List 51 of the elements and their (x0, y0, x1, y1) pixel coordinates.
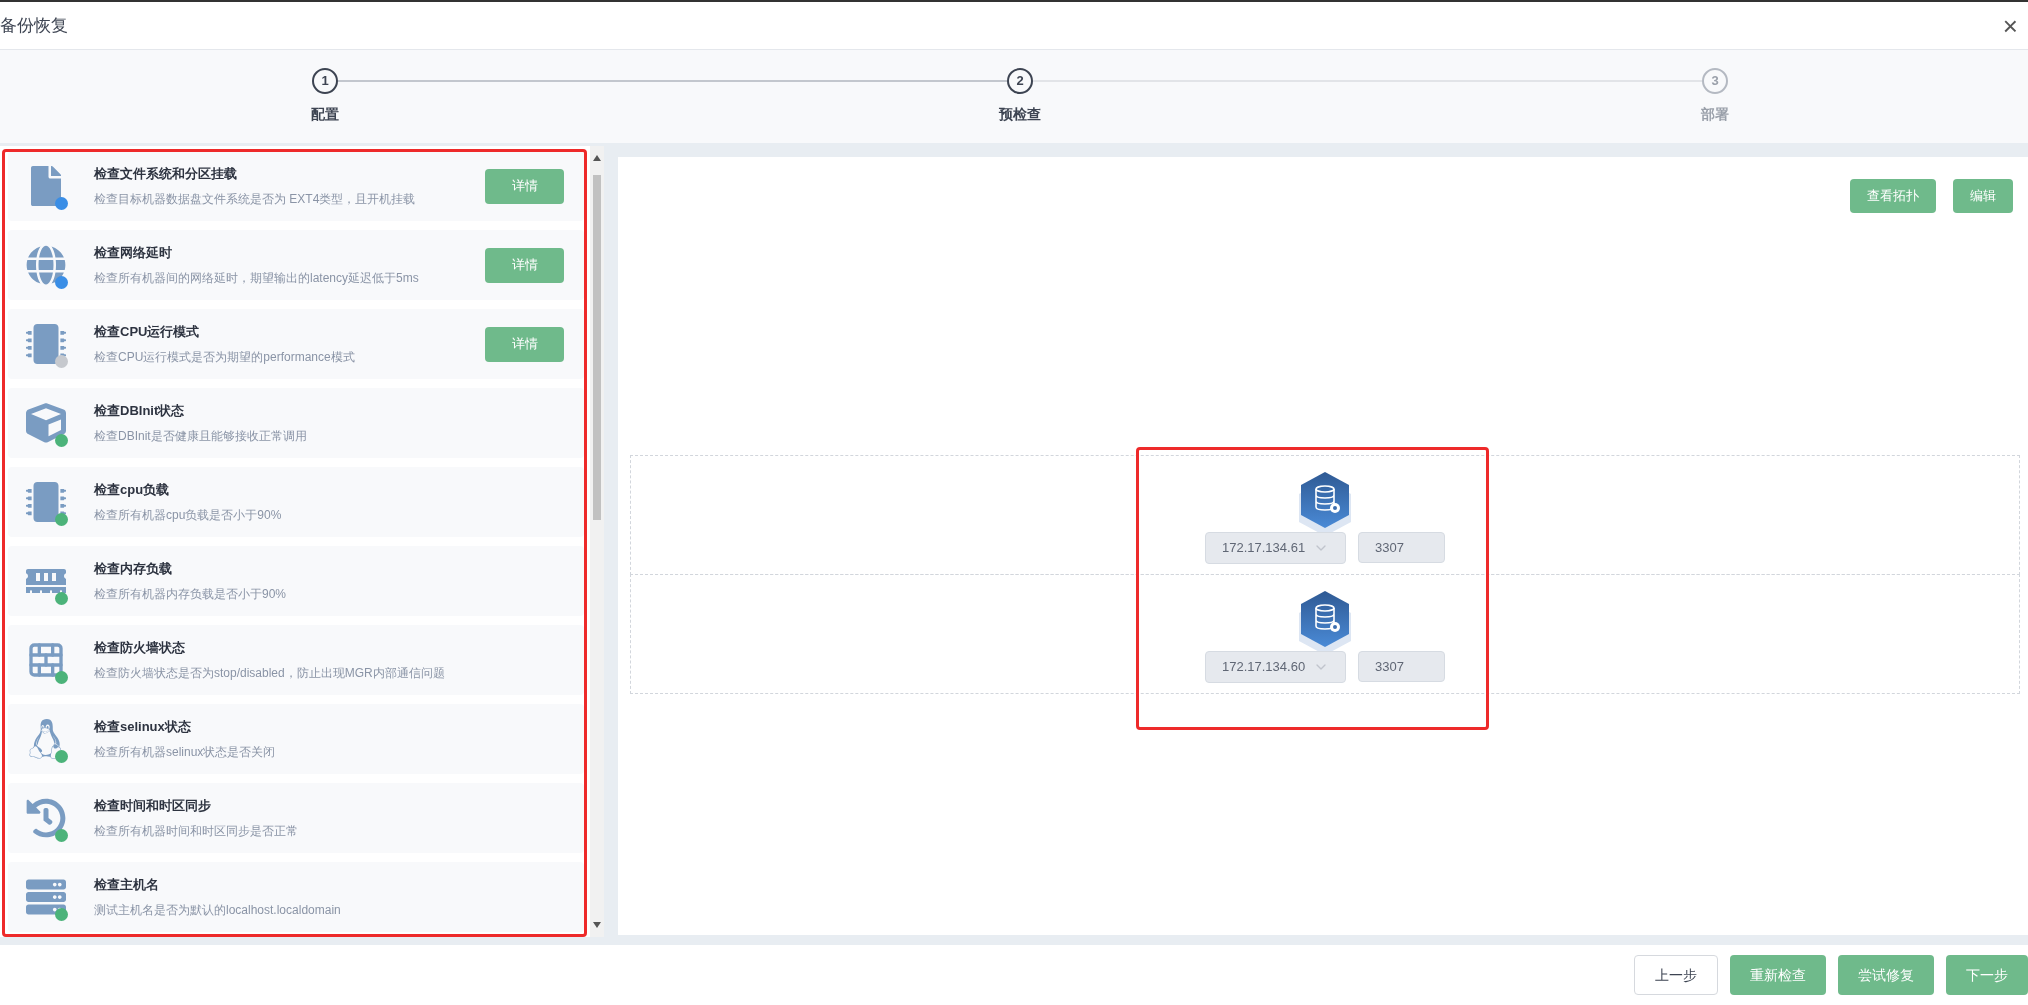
scroll-up-icon[interactable] (593, 155, 601, 161)
check-title: 检查CPU运行模式 (94, 323, 201, 342)
clock-icon (26, 798, 66, 838)
check-title: 检查主机名 (94, 876, 160, 895)
footer-button[interactable]: 上一步 (1634, 955, 1718, 995)
check-title: 检查selinux状态 (94, 718, 192, 737)
toolbar-button[interactable]: 编辑 (1953, 179, 2013, 213)
globe-icon (26, 245, 66, 285)
details-button[interactable]: 详情 (485, 168, 564, 204)
check-description: 检查CPU运行模式是否为期望的performance模式 (94, 348, 356, 366)
details-button[interactable]: 详情 (485, 247, 564, 283)
check-title: 检查cpu负载 (94, 481, 171, 500)
check-title: 检查时间和时区同步 (94, 797, 212, 816)
footer-button[interactable]: 下一步 (1946, 955, 2028, 995)
step-number: 2 (1007, 68, 1033, 94)
close-button[interactable]: × (2002, 12, 2018, 39)
brick-wall-icon (26, 640, 66, 680)
details-button[interactable]: 详情 (485, 326, 564, 362)
scrollbar[interactable] (590, 146, 604, 937)
cube-icon (26, 403, 66, 443)
scroll-down-icon[interactable] (593, 922, 601, 928)
toolbar-button[interactable]: 查看拓扑 (1850, 179, 1936, 213)
port-field[interactable]: 3307 (1358, 532, 1445, 563)
footer-button[interactable]: 尝试修复 (1838, 955, 1934, 995)
step-label: 预检查 (999, 105, 1041, 124)
check-description: 检查所有机器selinux状态是否关闭 (94, 743, 277, 761)
host-select[interactable]: 172.17.134.60 (1205, 651, 1346, 683)
step-label: 部署 (1701, 105, 1729, 124)
window-title: 备份恢复 (0, 14, 68, 37)
check-title: 检查网络延时 (94, 244, 173, 263)
check-description: 测试主机名是否为默认的localhost.localdomain (94, 901, 342, 919)
check-title: 检查DBInit状态 (94, 402, 186, 421)
footer-button[interactable]: 重新检查 (1730, 955, 1826, 995)
server-icon (26, 877, 66, 917)
check-description: 检查所有机器间的网络延时，期望输出的latency延迟低于5ms (94, 269, 420, 287)
step-label: 配置 (311, 105, 339, 124)
check-description: 检查所有机器cpu负载是否小于90% (94, 506, 283, 524)
check-title: 检查防火墙状态 (94, 639, 186, 658)
check-description: 检查所有机器内存负载是否小于90% (94, 585, 288, 603)
chip-icon (26, 324, 66, 364)
check-title: 检查文件系统和分区挂载 (94, 165, 238, 184)
chip-icon (26, 482, 66, 522)
check-title: 检查内存负载 (94, 560, 173, 579)
check-description: 检查目标机器数据盘文件系统是否为 EXT4类型，且开机挂载 (94, 190, 417, 208)
host-select[interactable]: 172.17.134.61 (1205, 532, 1346, 564)
step-number: 3 (1702, 68, 1728, 94)
check-description: 检查DBInit是否健康且能够接收正常调用 (94, 427, 308, 445)
check-description: 检查防火墙状态是否为stop/disabled，防止出现MGR内部通信问题 (94, 664, 446, 682)
step-number: 1 (312, 68, 338, 94)
check-description: 检查所有机器时间和时区同步是否正常 (94, 822, 299, 840)
port-field[interactable]: 3307 (1358, 651, 1445, 682)
